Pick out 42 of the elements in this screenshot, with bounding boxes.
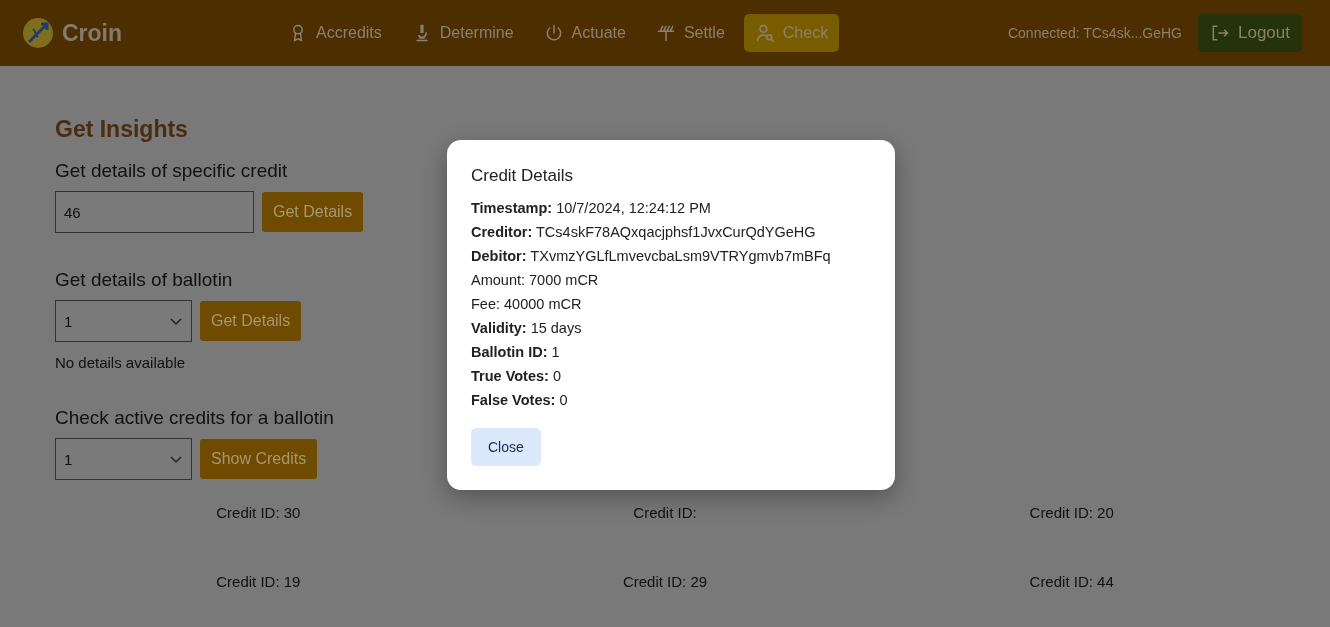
close-button[interactable]: Close — [471, 428, 541, 466]
section-heading: Get details of ballotin — [55, 269, 233, 291]
modal-title: Credit Details — [471, 166, 575, 186]
detail-line: Debitor: TXvmzYGLfLmvevcbaLsm9VTRYgmvb7mBFq — [471, 247, 832, 266]
logo-icon — [22, 17, 54, 49]
chevron-icon — [169, 454, 183, 464]
ballotin-select[interactable]: 1 — [55, 300, 192, 342]
credit-id-field[interactable]: 46 — [55, 191, 254, 233]
credit-id-label: Credit ID: 20 — [1029, 504, 1114, 521]
page-title: Get Insights — [55, 116, 189, 143]
detail-line: Creditor: TCs4skF78AQxqacjphsf1JvxCurQdYGeHG — [471, 223, 817, 242]
logout-button[interactable]: Logout — [1198, 14, 1302, 52]
detail-line: False Votes: 0 — [471, 391, 569, 410]
connected-account: Connected: TCs4sk...GeHG — [1007, 25, 1182, 41]
nav-tab[interactable]: Accredits — [277, 14, 393, 52]
antenna-icon — [655, 23, 676, 43]
detail-line: Ballotin ID: 1 — [471, 343, 561, 362]
credit-id-label: Credit ID: 30 — [216, 504, 301, 521]
user-search-icon — [754, 23, 775, 43]
detail-line: Timestamp: 10/7/2024, 12:24:12 PM — [471, 199, 712, 218]
status-message: No details available — [55, 354, 187, 371]
show-credits-button[interactable]: Show Credits — [200, 439, 318, 479]
credit-id-label: Credit ID: — [633, 504, 697, 521]
detail-line: Fee: 40000 mCR — [471, 295, 583, 314]
nav-tab[interactable]: Determine — [400, 14, 525, 52]
detail-line: True Votes: 0 — [471, 367, 562, 386]
chevron-icon — [169, 316, 183, 326]
nav-tab[interactable]: Check — [743, 14, 840, 52]
credit-id-label: Credit ID: 29 — [622, 573, 708, 590]
logout-icon — [1210, 23, 1230, 43]
nav-tab[interactable]: Settle — [644, 14, 736, 52]
get-details-button[interactable]: Get Details — [200, 301, 302, 341]
brand-name: Croin — [62, 19, 123, 47]
ballotin-select[interactable]: 1 — [55, 438, 192, 480]
section-heading: Get details of specific credit — [55, 160, 288, 182]
credit-id-label: Credit ID: 44 — [1029, 573, 1114, 590]
section-heading: Check active credits for a ballotin — [55, 407, 334, 429]
detail-line: Amount: 7000 mCR — [471, 271, 600, 290]
nav-tab[interactable]: Actuate — [532, 14, 637, 52]
credit-id-label: Credit ID: 19 — [216, 573, 301, 590]
get-details-button[interactable]: Get Details — [262, 192, 364, 232]
detail-line: Validity: 15 days — [471, 319, 583, 338]
